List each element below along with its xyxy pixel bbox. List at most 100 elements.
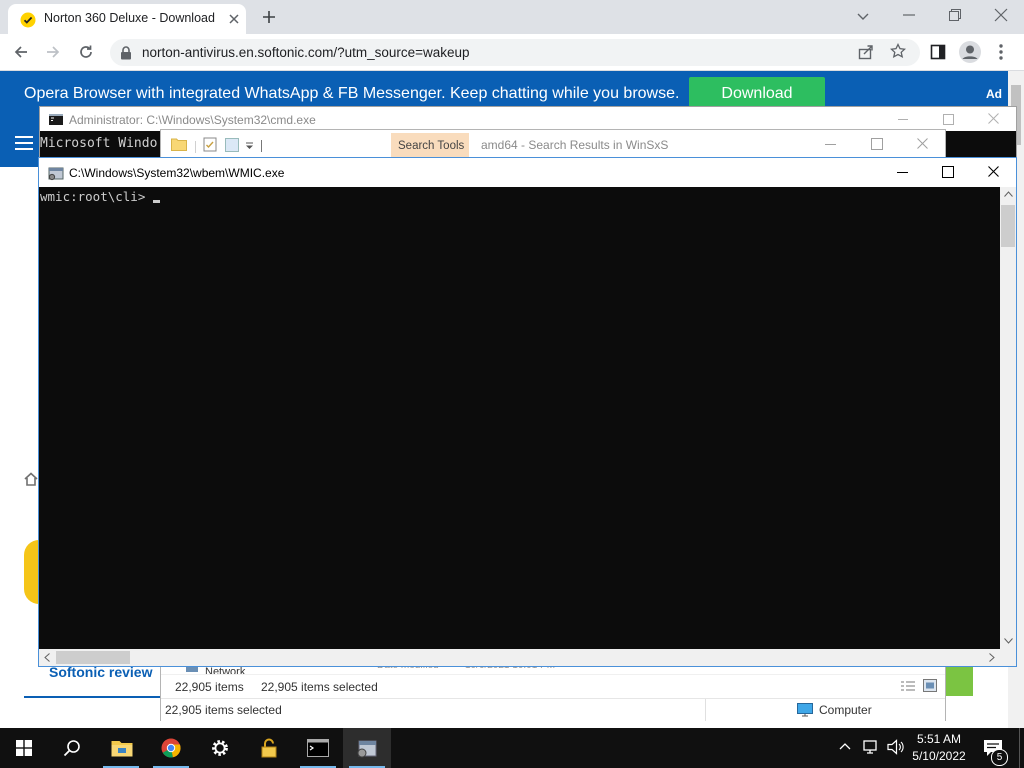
- restore-browser-icon[interactable]: [948, 8, 962, 22]
- chrome-icon: [161, 738, 181, 758]
- wmic-close-icon[interactable]: [988, 166, 999, 177]
- cmd-close-icon[interactable]: [988, 113, 999, 124]
- scroll-down-arrow-icon[interactable]: [1004, 638, 1013, 644]
- share-icon[interactable]: [858, 44, 874, 60]
- customize-qat-icon[interactable]: [245, 142, 254, 150]
- vertical-scrollbar-thumb[interactable]: [1001, 205, 1015, 247]
- profile-avatar-icon[interactable]: [958, 40, 982, 64]
- scroll-left-arrow-icon[interactable]: [44, 653, 50, 662]
- security-taskbar-button[interactable]: [245, 728, 293, 768]
- wmic-taskbar-icon: [356, 737, 378, 759]
- cmd-title: Administrator: C:\Windows\System32\cmd.e…: [69, 113, 316, 127]
- show-desktop-button[interactable]: [1019, 728, 1024, 768]
- kebab-menu-icon[interactable]: [998, 43, 1004, 61]
- text-cursor: [153, 200, 160, 203]
- gear-icon: [210, 738, 230, 758]
- browser-toolbar: norton-antivirus.en.softonic.com/?utm_so…: [0, 34, 1024, 71]
- new-folder-icon[interactable]: [225, 138, 239, 152]
- ad-label: Ad: [986, 87, 1002, 101]
- address-bar[interactable]: norton-antivirus.en.softonic.com/?utm_so…: [110, 39, 920, 66]
- review-tab-underline: [24, 696, 161, 698]
- back-arrow-icon[interactable]: [13, 44, 29, 60]
- lock-icon[interactable]: [120, 46, 132, 60]
- ad-banner-text: Opera Browser with integrated WhatsApp &…: [24, 85, 680, 102]
- browser-tab-strip: Norton 360 Deluxe - Download: [0, 0, 1024, 34]
- reload-icon[interactable]: [78, 44, 94, 60]
- wmic-maximize-icon[interactable]: [942, 166, 954, 178]
- wmic-console-area[interactable]: wmic:root\cli>: [39, 187, 1000, 649]
- search-icon: [63, 739, 81, 757]
- new-tab-icon[interactable]: [261, 9, 277, 25]
- show-hidden-icons-icon[interactable]: [839, 742, 851, 750]
- qat-separator: [195, 141, 196, 153]
- close-browser-icon[interactable]: [994, 8, 1008, 22]
- volume-icon[interactable]: [887, 739, 905, 755]
- chrome-taskbar-button[interactable]: [147, 728, 195, 768]
- title-separator: [261, 140, 262, 152]
- scrollbar-corner: [1000, 649, 1016, 666]
- wmic-horizontal-scrollbar[interactable]: [39, 649, 1000, 666]
- cmd-output-line: Microsoft Windo: [40, 136, 158, 151]
- explorer-title: amd64 - Search Results in WinSxS: [481, 138, 669, 152]
- wmic-taskbar-button[interactable]: [343, 728, 391, 768]
- explorer-close-icon[interactable]: [917, 138, 928, 149]
- cmd-maximize-icon[interactable]: [943, 114, 954, 125]
- taskbar-clock[interactable]: 5:51 AM 5/10/2022: [906, 731, 972, 765]
- terminal-icon: [307, 739, 329, 757]
- wmic-app-icon: [48, 165, 64, 181]
- close-tab-icon[interactable]: [227, 12, 241, 26]
- notification-count-badge: 5: [991, 749, 1008, 766]
- explorer-maximize-icon[interactable]: [871, 138, 883, 150]
- network-icon[interactable]: [862, 739, 880, 755]
- cmd-minimize-icon[interactable]: [898, 119, 908, 120]
- wmic-window[interactable]: C:\Windows\System32\wbem\WMIC.exe wmic:r…: [38, 157, 1017, 667]
- tab-search-icon[interactable]: [856, 9, 870, 23]
- wmic-vertical-scrollbar[interactable]: [1000, 187, 1016, 649]
- large-icons-view-icon[interactable]: [923, 679, 937, 692]
- hamburger-menu-icon[interactable]: [14, 135, 34, 151]
- taskbar: 5:51 AM 5/10/2022 5: [0, 728, 1024, 768]
- scroll-right-arrow-icon[interactable]: [989, 653, 995, 662]
- explorer-titlebar[interactable]: Search Tools amd64 - Search Results in W…: [161, 130, 945, 158]
- start-button[interactable]: [0, 728, 48, 768]
- folder-icon: [171, 137, 187, 151]
- horizontal-scrollbar-thumb[interactable]: [56, 651, 130, 664]
- explorer-status-bar: 22,905 items 22,905 items selected: [161, 674, 945, 699]
- details-location-text: Computer: [819, 703, 872, 717]
- computer-icon: [797, 703, 813, 717]
- norton-favicon-icon: [20, 12, 36, 28]
- search-tools-tab[interactable]: Search Tools: [391, 133, 469, 158]
- properties-icon[interactable]: [203, 137, 217, 152]
- settings-taskbar-button[interactable]: [196, 728, 244, 768]
- wmic-prompt: wmic:root\cli>: [40, 189, 146, 204]
- file-explorer-icon: [111, 739, 133, 757]
- scroll-up-arrow-icon[interactable]: [1004, 191, 1013, 197]
- url-text: norton-antivirus.en.softonic.com/?utm_so…: [142, 45, 470, 60]
- item-count: 22,905 items: [175, 680, 244, 694]
- cmd-titlebar[interactable]: Administrator: C:\Windows\System32\cmd.e…: [40, 107, 1016, 131]
- browser-tab-title: Norton 360 Deluxe - Download: [44, 11, 215, 25]
- explorer-details-pane: 22,905 items selected Computer: [161, 698, 945, 721]
- details-view-icon[interactable]: [901, 680, 915, 692]
- clock-time: 5:51 AM: [916, 732, 962, 746]
- home-breadcrumb-icon[interactable]: [24, 472, 38, 486]
- wmic-title: C:\Windows\System32\wbem\WMIC.exe: [69, 166, 285, 180]
- minimize-browser-icon[interactable]: [902, 8, 916, 22]
- taskbar-search-button[interactable]: [48, 728, 96, 768]
- padlock-icon: [260, 738, 278, 758]
- details-divider: [705, 699, 706, 721]
- forward-arrow-icon[interactable]: [45, 44, 61, 60]
- selected-count: 22,905 items selected: [261, 680, 378, 694]
- cmd-app-icon: [49, 114, 63, 125]
- bookmark-star-icon[interactable]: [890, 43, 906, 59]
- search-tools-label: Search Tools: [398, 140, 465, 152]
- side-panel-icon[interactable]: [930, 44, 946, 60]
- cmd-taskbar-button[interactable]: [294, 728, 342, 768]
- wmic-minimize-icon[interactable]: [897, 172, 908, 173]
- explorer-minimize-icon[interactable]: [825, 144, 836, 145]
- wmic-titlebar[interactable]: C:\Windows\System32\wbem\WMIC.exe: [39, 158, 1016, 187]
- file-explorer-taskbar-button[interactable]: [97, 728, 145, 768]
- browser-tab[interactable]: Norton 360 Deluxe - Download: [8, 4, 246, 34]
- details-selected-text: 22,905 items selected: [165, 703, 282, 717]
- norton-logo-partial: [24, 540, 39, 604]
